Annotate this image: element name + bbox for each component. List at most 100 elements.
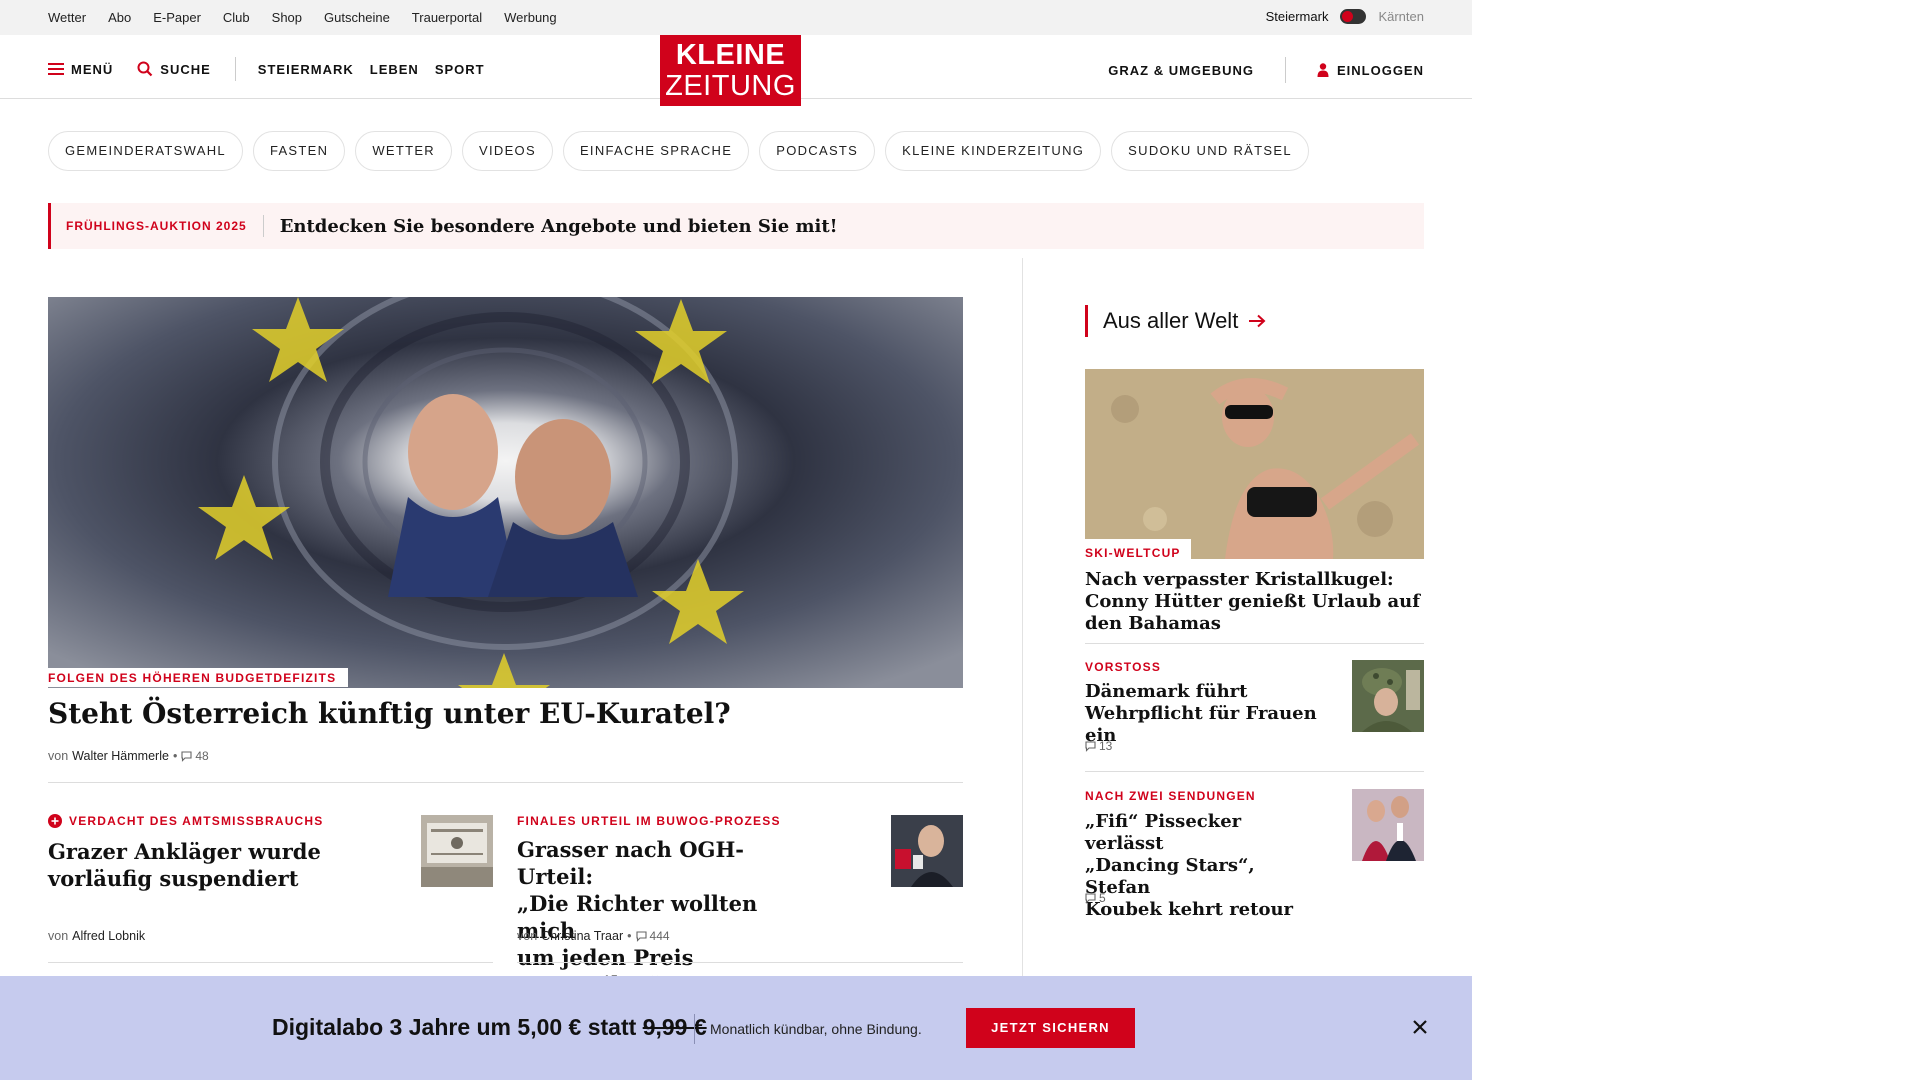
tag-kleine-kinderzeitung[interactable]: KLEINE KINDERZEITUNG <box>885 131 1102 171</box>
article-2-author[interactable]: Christina Traar <box>541 929 623 943</box>
empty-viewport-area <box>1472 0 1920 1080</box>
lead-byline: von Walter Hämmerle • 48 <box>48 749 209 763</box>
article-2-comment-count: 444 <box>649 929 670 943</box>
article-1-headline-line-1: Grazer Ankläger wurde <box>48 839 321 864</box>
article-1-headline[interactable]: Grazer Ankläger wurde vorläufig suspendi… <box>48 838 348 892</box>
header-left: MENÜ SUCHE STEIERMARK LEBEN SPORT <box>48 57 501 81</box>
utility-link-club[interactable]: Club <box>223 10 250 25</box>
right-item-2-headline[interactable]: „Fifi“ Pissecker verlässt „Dancing Stars… <box>1085 811 1325 921</box>
utility-links: Wetter Abo E-Paper Club Shop Gutscheine … <box>48 10 557 25</box>
right-item-1-headline-line-1: Dänemark führt <box>1085 681 1248 702</box>
utility-link-werbung[interactable]: Werbung <box>504 10 557 25</box>
article-2-headline[interactable]: Grasser nach OGH-Urteil: „Die Richter wo… <box>517 836 817 998</box>
login-button[interactable]: EINLOGGEN <box>1317 63 1424 78</box>
lead-article-image[interactable] <box>48 297 963 688</box>
toggle-knob <box>1342 11 1354 22</box>
right-item-1-headline[interactable]: Dänemark führt Wehrpflicht für Frauen ei… <box>1085 681 1325 747</box>
tag-fasten[interactable]: FASTEN <box>252 131 346 171</box>
feature-divider <box>1085 643 1424 644</box>
feature-kicker-box: SKI-WELTCUP <box>1085 539 1191 565</box>
tag-wetter[interactable]: WETTER <box>355 131 452 171</box>
article-2-headline-line-1: Grasser nach OGH-Urteil: <box>517 837 745 889</box>
building-sign-image <box>421 815 493 887</box>
utility-link-gutscheine[interactable]: Gutscheine <box>324 10 390 25</box>
feature-article-image[interactable] <box>1085 369 1424 559</box>
right-item-1-thumbnail[interactable] <box>1352 660 1424 732</box>
hamburger-icon <box>48 63 64 75</box>
comment-icon <box>1085 892 1096 904</box>
lead-author[interactable]: Walter Hämmerle <box>72 749 169 763</box>
article-1-author[interactable]: Alfred Lobnik <box>72 929 145 943</box>
header-divider <box>234 57 236 81</box>
feature-kicker: SKI-WELTCUP <box>1085 546 1181 560</box>
promo-banner[interactable]: FRÜHLINGS-AUKTION 2025 Entdecken Sie bes… <box>48 203 1424 249</box>
region-steiermark[interactable]: Steiermark <box>1266 9 1329 24</box>
header-right: GRAZ & UMGEBUNG EINLOGGEN <box>1108 57 1424 83</box>
search-button[interactable]: SUCHE <box>137 61 211 77</box>
feature-headline[interactable]: Nach verpasster Kristallkugel: Conny Hüt… <box>1085 569 1424 635</box>
utility-link-abo[interactable]: Abo <box>108 10 131 25</box>
utility-link-epaper[interactable]: E-Paper <box>153 10 201 25</box>
subscription-offer: Digitalabo 3 Jahre um 5,00 € statt 9,99 … <box>272 1014 707 1041</box>
nav-steiermark[interactable]: STEIERMARK <box>258 62 354 77</box>
article-2-thumbnail[interactable] <box>891 815 963 887</box>
byline-dot: • <box>627 929 632 943</box>
right-item-2-thumbnail[interactable] <box>1352 789 1424 861</box>
utility-link-shop[interactable]: Shop <box>272 10 302 25</box>
promo-kicker: FRÜHLINGS-AUKTION 2025 <box>51 215 264 237</box>
region-link-graz[interactable]: GRAZ & UMGEBUNG <box>1108 63 1254 78</box>
article-1-kicker: VERDACHT DES AMTSMISSBRAUCHS <box>69 814 324 828</box>
topic-tags: GEMEINDERATSWAHL FASTEN WETTER VIDEOS EI… <box>48 131 1309 171</box>
article-1-kicker-row: VERDACHT DES AMTSMISSBRAUCHS <box>48 814 324 828</box>
user-icon <box>1317 63 1329 77</box>
tag-podcasts[interactable]: PODCASTS <box>759 131 876 171</box>
kleine-zeitung-logo[interactable]: KLEINE ZEITUNG <box>660 35 801 106</box>
tag-videos[interactable]: VIDEOS <box>462 131 553 171</box>
lead-comments[interactable]: 48 <box>181 749 209 763</box>
soldier-image <box>1352 660 1424 732</box>
subscribe-button[interactable]: JETZT SICHERN <box>966 1008 1135 1048</box>
right-item-1-comments[interactable]: 13 <box>1085 739 1112 753</box>
right-item-1-kicker: VORSTOSS <box>1085 660 1162 674</box>
subscription-divider <box>694 1014 695 1044</box>
lead-kicker: FOLGEN DES HÖHEREN BUDGETDEFIZITS <box>48 668 349 687</box>
right-item-2-headline-line-1: „Fifi“ Pissecker verlässt <box>1085 811 1242 854</box>
right-item-2-comments[interactable]: 5 <box>1085 891 1106 905</box>
column-divider <box>1022 258 1023 978</box>
utility-link-wetter[interactable]: Wetter <box>48 10 86 25</box>
nav-sport[interactable]: SPORT <box>435 62 485 77</box>
plus-badge-icon <box>48 814 62 828</box>
region-toggle[interactable] <box>1340 9 1367 24</box>
right-item-1-comment-count: 13 <box>1099 739 1113 753</box>
right-item-2-headline-line-3: Koubek kehrt retour <box>1085 899 1294 920</box>
tag-einfache-sprache[interactable]: EINFACHE SPRACHE <box>562 131 750 171</box>
utility-bar: Wetter Abo E-Paper Club Shop Gutscheine … <box>0 0 1472 35</box>
comment-icon <box>181 750 192 762</box>
promo-text: Entdecken Sie besondere Angebote und bie… <box>279 215 838 237</box>
menu-button[interactable]: MENÜ <box>48 62 113 77</box>
beach-selfie-image <box>1085 369 1424 559</box>
header-divider-right <box>1284 57 1286 83</box>
nav-leben[interactable]: LEBEN <box>370 62 419 77</box>
close-icon[interactable] <box>1410 1017 1430 1037</box>
tag-gemeinderatswahl[interactable]: GEMEINDERATSWAHL <box>48 131 243 171</box>
article-2-comments[interactable]: 444 <box>635 929 670 943</box>
article-2-kicker: FINALES URTEIL IM BUWOG-PROZESS <box>517 814 781 828</box>
page: Wetter Abo E-Paper Club Shop Gutscheine … <box>0 0 1472 1080</box>
article-1-byline: von Alfred Lobnik <box>48 929 145 943</box>
article-1-thumbnail[interactable] <box>421 815 493 887</box>
right-item-2-headline-line-2: „Dancing Stars“, Stefan <box>1085 855 1255 898</box>
section-aus-aller-welt[interactable]: Aus aller Welt <box>1085 305 1266 337</box>
lead-divider <box>48 782 963 783</box>
right-item-1-divider <box>1085 771 1424 772</box>
region-kaernten[interactable]: Kärnten <box>1378 9 1424 24</box>
subscription-note: Monatlich kündbar, ohne Bindung. <box>710 1021 922 1037</box>
tag-sudoku[interactable]: SUDOKU UND RÄTSEL <box>1111 131 1309 171</box>
utility-link-trauerportal[interactable]: Trauerportal <box>412 10 482 25</box>
article-1-divider <box>48 962 493 963</box>
comment-icon <box>1085 740 1096 752</box>
offer-text: Digitalabo 3 Jahre um 5,00 € statt <box>272 1014 643 1040</box>
lead-headline[interactable]: Steht Österreich künftig unter EU-Kurate… <box>48 697 731 730</box>
press-portrait-image <box>891 815 963 887</box>
login-label: EINLOGGEN <box>1336 62 1424 78</box>
